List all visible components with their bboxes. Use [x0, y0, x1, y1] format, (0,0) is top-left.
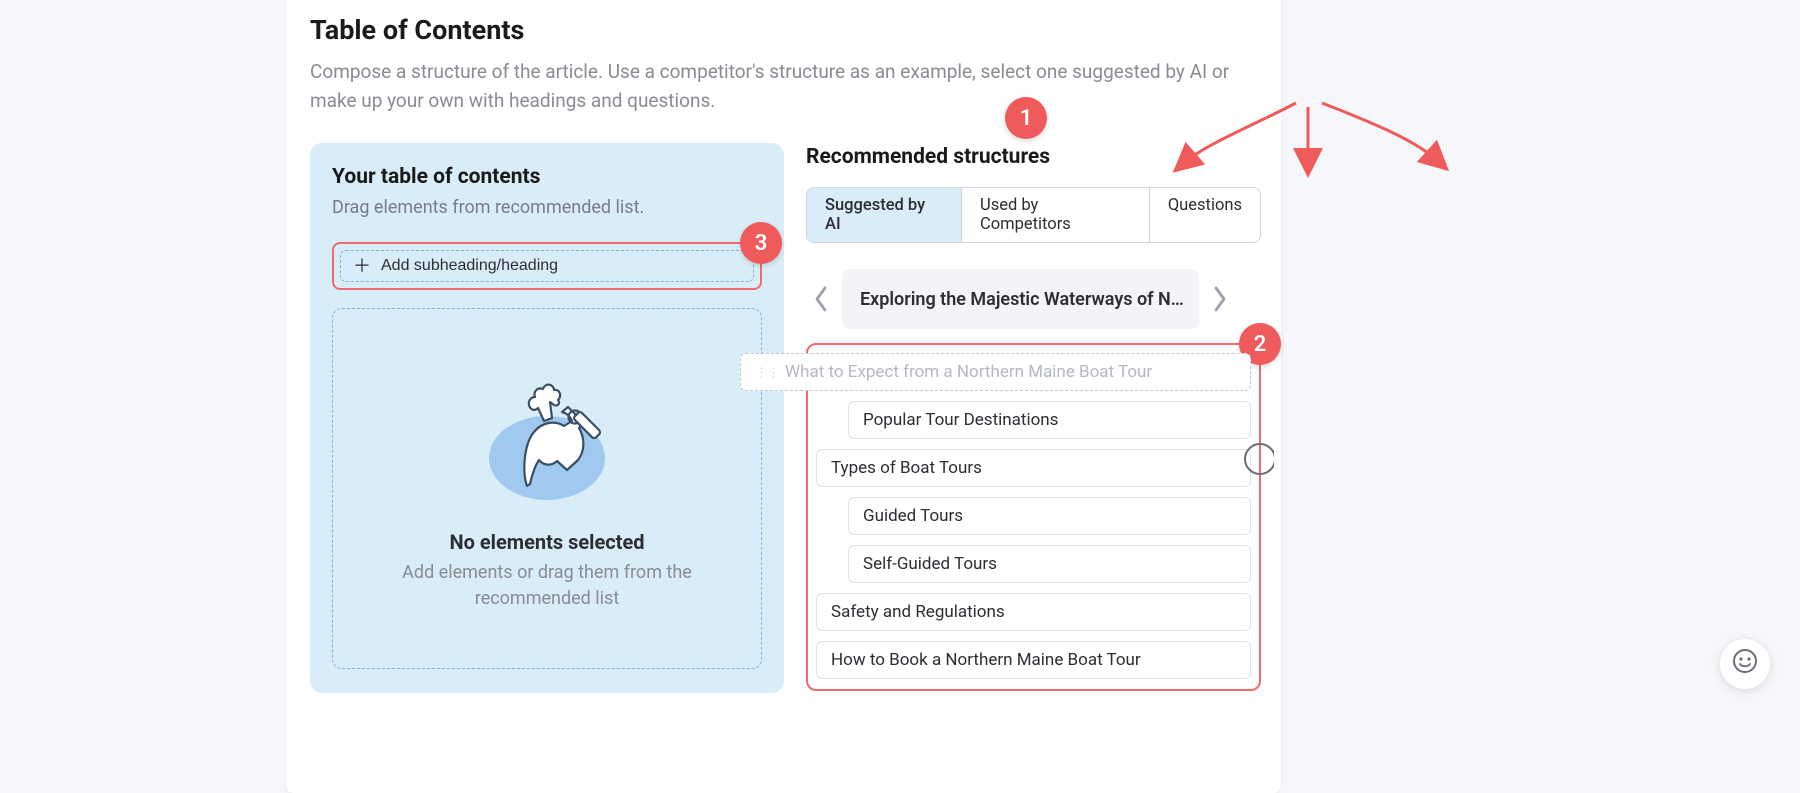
structure-item-label: Guided Tours — [863, 506, 963, 526]
empty-illustration-icon — [472, 366, 622, 506]
annotation-badge-3: 3 — [740, 222, 782, 264]
plus-icon: ＋ — [353, 257, 371, 275]
recommended-panel: Recommended structures Suggested by AI U… — [806, 143, 1261, 693]
annotation-badge-1: 1 — [1005, 97, 1047, 139]
structure-item-label: What to Expect from a Northern Maine Boa… — [785, 362, 1152, 382]
structure-item[interactable]: Safety and Regulations — [816, 593, 1251, 631]
structure-item-label: Self-Guided Tours — [863, 554, 997, 574]
drag-handle-icon: ⋮⋮ — [755, 366, 779, 381]
structure-item[interactable]: How to Book a Northern Maine Boat Tour — [816, 641, 1251, 679]
structure-item[interactable]: Guided Tours — [848, 497, 1251, 535]
suggested-structure-highlight: 2 ⋮⋮What to Expect from a Northern Maine… — [806, 343, 1261, 691]
carousel-card-title[interactable]: Exploring the Majestic Waterways of N… — [842, 269, 1199, 329]
toc-card: Table of Contents Compose a structure of… — [286, 0, 1281, 793]
structure-item-label: Types of Boat Tours — [831, 458, 982, 478]
add-subheading-label: Add subheading/heading — [381, 257, 558, 275]
chevron-right-icon — [1212, 285, 1228, 313]
structure-item-label: Popular Tour Destinations — [863, 410, 1058, 430]
help-chat-button[interactable] — [1720, 639, 1770, 689]
recommended-title: Recommended structures — [806, 145, 1261, 169]
tab-questions[interactable]: Questions — [1150, 188, 1260, 242]
empty-drop-zone[interactable]: No elements selected Add elements or dra… — [332, 308, 762, 669]
structure-tabs: Suggested by AI Used by Competitors Ques… — [806, 187, 1261, 243]
structure-item[interactable]: Self-Guided Tours — [848, 545, 1251, 583]
structure-carousel: Exploring the Majestic Waterways of N… — [806, 269, 1261, 329]
structure-item-label: How to Book a Northern Maine Boat Tour — [831, 650, 1141, 670]
smile-icon — [1732, 648, 1758, 680]
carousel-next-button[interactable] — [1205, 275, 1235, 323]
two-column-layout: Your table of contents Drag elements fro… — [310, 143, 1257, 693]
structure-item[interactable]: Types of Boat Tours — [816, 449, 1251, 487]
add-heading-highlight: 3 ＋ Add subheading/heading — [332, 242, 762, 290]
empty-state-description: Add elements or drag them from the recom… — [387, 560, 707, 610]
carousel-title-text: Exploring the Majestic Waterways of N… — [860, 289, 1184, 310]
page-title: Table of Contents — [310, 14, 1257, 46]
chevron-left-icon — [813, 285, 829, 313]
structure-item-label: Safety and Regulations — [831, 602, 1005, 622]
your-toc-subtitle: Drag elements from recommended list. — [332, 197, 762, 218]
structure-item-dragging[interactable]: ⋮⋮ What to Expect from a Northern Maine B… — [740, 353, 1251, 391]
tab-used-by-competitors[interactable]: Used by Competitors — [962, 188, 1150, 242]
tab-suggested-by-ai[interactable]: Suggested by AI — [807, 188, 962, 242]
your-toc-title: Your table of contents — [332, 165, 762, 189]
add-subheading-button[interactable]: ＋ Add subheading/heading — [340, 250, 754, 282]
empty-state-title: No elements selected — [449, 530, 644, 554]
carousel-prev-button[interactable] — [806, 275, 836, 323]
your-toc-panel: Your table of contents Drag elements fro… — [310, 143, 784, 693]
structure-item[interactable]: Popular Tour Destinations — [848, 401, 1251, 439]
page-description: Compose a structure of the article. Use … — [310, 58, 1230, 115]
